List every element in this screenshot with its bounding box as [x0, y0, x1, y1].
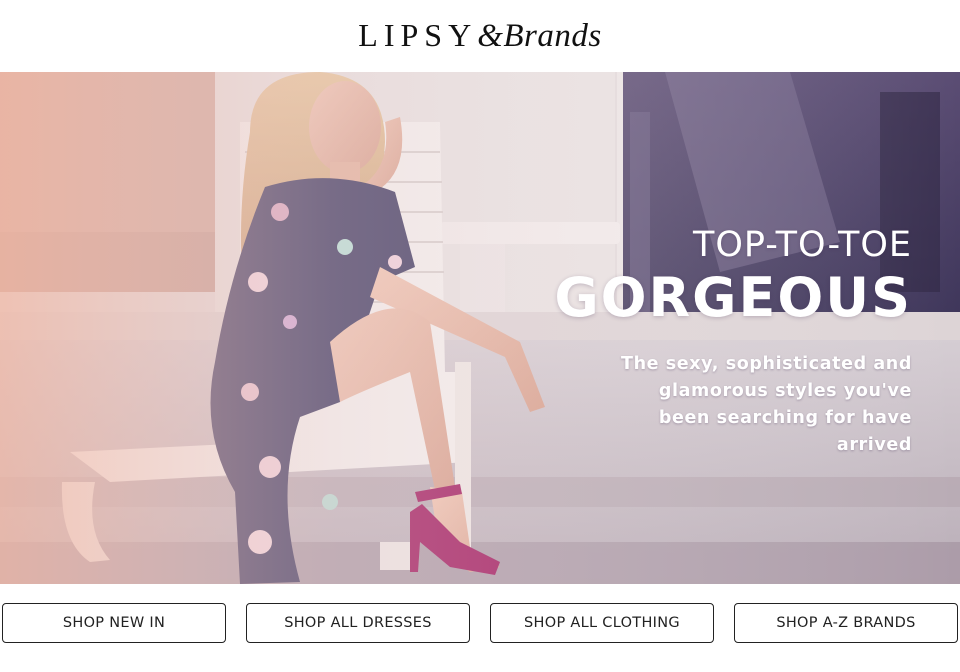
- hero-title: GORGEOUS: [554, 266, 912, 329]
- shop-new-in-button[interactable]: SHOP NEW IN: [2, 603, 226, 643]
- hero-description: The sexy, sophisticated and glamorous st…: [621, 354, 912, 455]
- hero-banner[interactable]: TOP-TO-TOE GORGEOUS The sexy, sophistica…: [0, 72, 960, 584]
- hero-kicker: TOP-TO-TOE: [692, 225, 912, 265]
- site-header: LIPSY &Brands: [0, 0, 960, 72]
- hero-text-block: TOP-TO-TOE GORGEOUS The sexy, sophistica…: [554, 228, 912, 459]
- shop-buttons-row: SHOP NEW IN SHOP ALL DRESSES SHOP ALL CL…: [0, 603, 960, 645]
- logo-main-text: LIPSY: [358, 17, 478, 53]
- shop-a-z-brands-button[interactable]: SHOP A-Z BRANDS: [734, 603, 958, 643]
- shop-all-clothing-button[interactable]: SHOP ALL CLOTHING: [490, 603, 714, 643]
- logo-sub-text: &Brands: [477, 18, 602, 54]
- page: LIPSY &Brands TOP-TO-TOE GORGEOUS The se…: [0, 0, 960, 672]
- shop-all-dresses-button[interactable]: SHOP ALL DRESSES: [246, 603, 470, 643]
- logo[interactable]: LIPSY &Brands: [358, 17, 601, 55]
